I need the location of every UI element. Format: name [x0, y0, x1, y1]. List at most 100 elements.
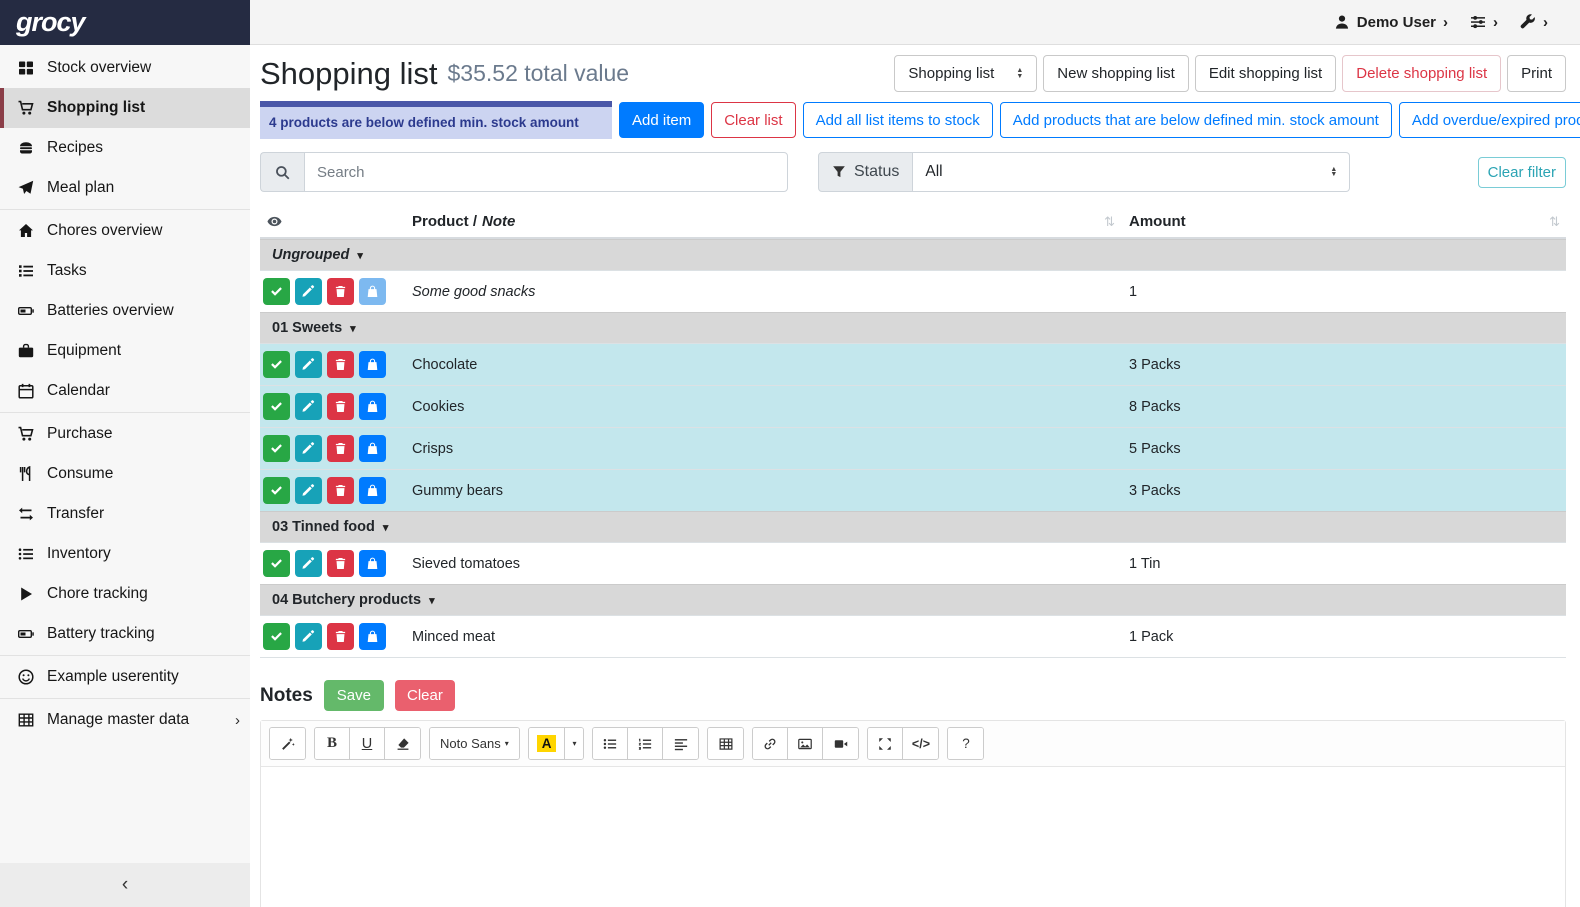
- clear-notes-button[interactable]: Clear: [395, 680, 455, 711]
- edit-item-button[interactable]: [295, 351, 322, 378]
- sidebar-item-stock-overview[interactable]: Stock overview: [0, 48, 250, 88]
- user-menu[interactable]: Demo User ›: [1334, 14, 1448, 31]
- delete-item-button[interactable]: [327, 351, 354, 378]
- sidebar-item-transfer[interactable]: Transfer: [0, 494, 250, 534]
- product-group-row-ungrouped[interactable]: Ungrouped▾: [260, 239, 1566, 270]
- mark-done-button[interactable]: [263, 393, 290, 420]
- sidebar-item-purchase[interactable]: Purchase: [0, 414, 250, 454]
- insert-video-button[interactable]: [823, 728, 858, 759]
- sidebar-item-recipes[interactable]: Recipes: [0, 128, 250, 168]
- product-group-row-01-sweets[interactable]: 01 Sweets▾: [260, 312, 1566, 343]
- add-to-stock-button[interactable]: [359, 435, 386, 462]
- sidebar-item-shopping-list[interactable]: Shopping list: [0, 88, 250, 128]
- sidebar-divider: [0, 209, 250, 210]
- edit-item-button[interactable]: [295, 278, 322, 305]
- ordered-list-button[interactable]: [628, 728, 663, 759]
- sidebar-item-inventory[interactable]: Inventory: [0, 534, 250, 574]
- min-stock-warning-banner[interactable]: 4 products are below defined min. stock …: [260, 101, 612, 139]
- clear-list-button[interactable]: Clear list: [711, 102, 795, 138]
- sidebar-item-battery-tracking[interactable]: Battery tracking: [0, 614, 250, 654]
- sidebar-item-tasks[interactable]: Tasks: [0, 251, 250, 291]
- add-to-stock-button[interactable]: [359, 477, 386, 504]
- print-button[interactable]: Print: [1507, 55, 1566, 92]
- edit-item-button[interactable]: [295, 477, 322, 504]
- underline-button[interactable]: U: [350, 728, 385, 759]
- add-overdue-button[interactable]: Add overdue/expired products: [1399, 102, 1580, 138]
- sidebar-item-consume[interactable]: Consume: [0, 454, 250, 494]
- amount-value: 5 Packs: [1129, 441, 1566, 457]
- app-logo[interactable]: grocy: [0, 0, 250, 45]
- edit-item-button[interactable]: [295, 393, 322, 420]
- settings-menu[interactable]: ›: [1470, 14, 1498, 31]
- add-to-stock-button[interactable]: [359, 623, 386, 650]
- table-icon: [16, 712, 36, 728]
- delete-shopping-list-button[interactable]: Delete shopping list: [1342, 55, 1501, 92]
- insert-picture-button[interactable]: [788, 728, 823, 759]
- edit-item-button[interactable]: [295, 435, 322, 462]
- sidebar-item-chores-overview[interactable]: Chores overview: [0, 211, 250, 251]
- new-shopping-list-button[interactable]: New shopping list: [1043, 55, 1189, 92]
- delete-item-button[interactable]: [327, 278, 354, 305]
- delete-item-button[interactable]: [327, 623, 354, 650]
- mark-done-button[interactable]: [263, 623, 290, 650]
- column-header-product[interactable]: Product / Note ⇅: [412, 206, 1129, 237]
- admin-menu[interactable]: ›: [1520, 14, 1548, 31]
- fullscreen-button[interactable]: [868, 728, 903, 759]
- clear-formatting-button[interactable]: [385, 728, 420, 759]
- delete-item-button[interactable]: [327, 550, 354, 577]
- highlight-color-button[interactable]: A: [529, 728, 566, 759]
- add-to-stock-button[interactable]: [359, 351, 386, 378]
- mark-done-button[interactable]: [263, 278, 290, 305]
- color-picker-dropdown-button[interactable]: ▾: [565, 728, 583, 759]
- amount-value: 1 Pack: [1129, 629, 1566, 645]
- add-item-button[interactable]: Add item: [619, 102, 704, 138]
- save-notes-button[interactable]: Save: [324, 680, 384, 711]
- product-name: Gummy bears: [412, 483, 1129, 499]
- mark-done-button[interactable]: [263, 550, 290, 577]
- status-select[interactable]: All ▲▼: [913, 152, 1350, 192]
- add-to-stock-button[interactable]: [359, 393, 386, 420]
- insert-table-button[interactable]: [708, 728, 743, 759]
- delete-item-button[interactable]: [327, 393, 354, 420]
- delete-item-button[interactable]: [327, 435, 354, 462]
- sidebar-item-manage-master-data[interactable]: Manage master data›: [0, 700, 250, 740]
- mark-done-button[interactable]: [263, 477, 290, 504]
- search-input[interactable]: [304, 152, 788, 192]
- notes-editor-area[interactable]: [261, 767, 1565, 907]
- sidebar-item-calendar[interactable]: Calendar: [0, 371, 250, 411]
- help-button[interactable]: ?: [948, 728, 983, 759]
- paragraph-style-button[interactable]: [663, 728, 698, 759]
- add-below-min-stock-button[interactable]: Add products that are below defined min.…: [1000, 102, 1392, 138]
- unordered-list-button[interactable]: [593, 728, 628, 759]
- sidebar-item-batteries-overview[interactable]: Batteries overview: [0, 291, 250, 331]
- add-to-stock-button[interactable]: [359, 550, 386, 577]
- table-header: Product / Note ⇅ Amount ⇅: [260, 206, 1566, 239]
- sidebar-item-example-userentity[interactable]: Example userentity: [0, 657, 250, 697]
- code-view-button[interactable]: </>: [903, 728, 938, 759]
- sidebar-collapse-button[interactable]: ‹: [0, 863, 250, 907]
- amount-value: 3 Packs: [1129, 483, 1566, 499]
- column-header-amount[interactable]: Amount ⇅: [1129, 206, 1566, 237]
- magic-style-button[interactable]: [270, 728, 305, 759]
- product-group-row-04-butchery-products[interactable]: 04 Butchery products▾: [260, 584, 1566, 615]
- notes-editor-widget: BU Noto Sans▾ A▾ </>?: [260, 720, 1566, 907]
- edit-item-button[interactable]: [295, 550, 322, 577]
- bold-button[interactable]: B: [315, 728, 350, 759]
- product-group-row-03-tinned-food[interactable]: 03 Tinned food▾: [260, 511, 1566, 542]
- mark-done-button[interactable]: [263, 435, 290, 462]
- toggle-done-visibility[interactable]: [260, 206, 412, 237]
- delete-item-button[interactable]: [327, 477, 354, 504]
- edit-shopping-list-button[interactable]: Edit shopping list: [1195, 55, 1336, 92]
- font-family-button[interactable]: Noto Sans▾: [430, 728, 519, 759]
- add-to-stock-button[interactable]: [359, 278, 386, 305]
- sidebar-item-chore-tracking[interactable]: Chore tracking: [0, 574, 250, 614]
- edit-item-button[interactable]: [295, 623, 322, 650]
- sidebar-item-equipment[interactable]: Equipment: [0, 331, 250, 371]
- clear-filter-button[interactable]: Clear filter: [1478, 157, 1566, 188]
- sidebar-item-meal-plan[interactable]: Meal plan: [0, 168, 250, 208]
- insert-link-button[interactable]: [753, 728, 788, 759]
- shopping-list-select[interactable]: Shopping list ▲▼: [894, 55, 1037, 92]
- page-title: Shopping list: [260, 56, 438, 92]
- add-all-to-stock-button[interactable]: Add all list items to stock: [803, 102, 993, 138]
- mark-done-button[interactable]: [263, 351, 290, 378]
